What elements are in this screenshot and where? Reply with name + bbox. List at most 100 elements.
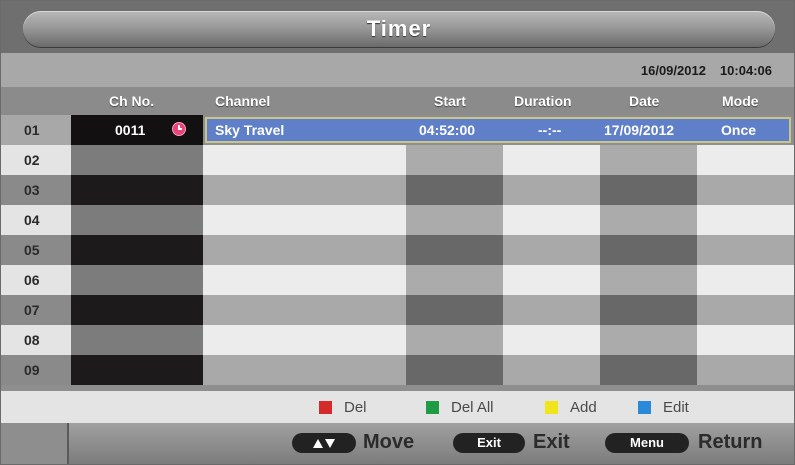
header-duration: Duration xyxy=(514,93,572,109)
row-date xyxy=(600,235,697,265)
row-date: 17/09/2012 xyxy=(604,122,675,138)
table-row[interactable]: 03 xyxy=(1,175,794,205)
row-channel xyxy=(203,325,406,355)
row-mode xyxy=(697,295,794,325)
row-ch-no xyxy=(71,265,203,295)
timer-table: 01 0011 Sky Travel 04:52:00 --:-- 17/09/… xyxy=(1,115,794,385)
row-channel xyxy=(203,235,406,265)
row-mode xyxy=(697,145,794,175)
row-mode xyxy=(697,265,794,295)
up-down-arrows-button[interactable] xyxy=(292,433,356,453)
row-duration xyxy=(503,205,600,235)
header-date: Date xyxy=(629,93,660,109)
table-row[interactable]: 01 0011 Sky Travel 04:52:00 --:-- 17/09/… xyxy=(1,115,794,145)
row-mode xyxy=(697,325,794,355)
row-number: 07 xyxy=(1,295,71,325)
legend-add-label: Add xyxy=(570,398,597,416)
row-number: 01 xyxy=(1,115,71,145)
row-number: 05 xyxy=(1,235,71,265)
row-channel xyxy=(203,145,406,175)
row-ch-no xyxy=(71,235,203,265)
table-row[interactable]: 06 xyxy=(1,265,794,295)
date-time-bar: 16/09/2012 10:04:06 xyxy=(1,53,794,87)
row-mode xyxy=(697,205,794,235)
page-title: Timer xyxy=(366,16,432,41)
row-ch-no xyxy=(71,325,203,355)
table-row[interactable]: 07 xyxy=(1,295,794,325)
row-start: 04:52:00 xyxy=(419,122,476,138)
row-ch-no xyxy=(71,205,203,235)
row-ch-no: 0011 xyxy=(71,115,203,145)
legend-edit[interactable]: Edit xyxy=(638,391,689,423)
row-duration xyxy=(503,265,600,295)
row-date xyxy=(600,205,697,235)
table-row[interactable]: 05 xyxy=(1,235,794,265)
legend-del-label: Del xyxy=(344,398,367,416)
row-start xyxy=(406,235,503,265)
row-number: 04 xyxy=(1,205,71,235)
selected-row-highlight[interactable]: Sky Travel 04:52:00 --:-- 17/09/2012 Onc… xyxy=(205,117,791,143)
row-mode xyxy=(697,235,794,265)
row-duration xyxy=(503,295,600,325)
row-ch-no xyxy=(71,175,203,205)
legend-del[interactable]: Del xyxy=(319,391,367,423)
exit-label: Exit xyxy=(533,431,570,453)
row-number: 08 xyxy=(1,325,71,355)
row-duration xyxy=(503,355,600,385)
yellow-key-icon xyxy=(545,400,558,414)
move-label: Move xyxy=(363,431,415,453)
ch-no-value: 0011 xyxy=(115,122,146,138)
row-start xyxy=(406,175,503,205)
row-number: 09 xyxy=(1,355,71,385)
row-number: 06 xyxy=(1,265,71,295)
exit-button[interactable]: Exit xyxy=(453,433,525,453)
row-start xyxy=(406,145,503,175)
table-row[interactable]: 02 xyxy=(1,145,794,175)
legend-del-all[interactable]: Del All xyxy=(426,391,494,423)
row-start xyxy=(406,265,503,295)
green-key-icon xyxy=(426,400,439,414)
header-mode: Mode xyxy=(722,93,759,109)
row-duration: --:-- xyxy=(538,122,562,138)
row-duration xyxy=(503,235,600,265)
row-number: 03 xyxy=(1,175,71,205)
title-band: Timer xyxy=(1,1,794,53)
row-duration xyxy=(503,145,600,175)
header-start: Start xyxy=(434,93,466,109)
row-duration xyxy=(503,175,600,205)
return-label: Return xyxy=(698,431,763,453)
row-channel xyxy=(203,175,406,205)
navigation-bar: Move Exit Exit Menu Return xyxy=(1,423,794,464)
header-ch-no: Ch No. xyxy=(109,93,155,109)
legend-edit-label: Edit xyxy=(663,398,689,416)
row-duration xyxy=(503,325,600,355)
row-start xyxy=(406,355,503,385)
row-channel xyxy=(203,205,406,235)
clock-icon xyxy=(173,123,185,135)
current-time: 10:04:06 xyxy=(719,62,772,78)
arrow-up-icon xyxy=(313,439,323,449)
table-row[interactable]: 04 xyxy=(1,205,794,235)
row-ch-no xyxy=(71,145,203,175)
arrow-down-icon xyxy=(325,439,335,449)
legend-del-all-label: Del All xyxy=(451,398,494,416)
row-channel xyxy=(203,295,406,325)
row-ch-no xyxy=(71,355,203,385)
title-bar: Timer xyxy=(23,11,775,47)
timer-screen: Timer 16/09/2012 10:04:06 Ch No. Channel… xyxy=(0,0,795,465)
row-number: 02 xyxy=(1,145,71,175)
red-key-icon xyxy=(319,400,332,414)
row-start xyxy=(406,205,503,235)
row-mode xyxy=(697,175,794,205)
table-header: Ch No. Channel Start Duration Date Mode xyxy=(1,87,794,115)
nav-left-box xyxy=(1,423,69,464)
legend-add[interactable]: Add xyxy=(545,391,597,423)
row-date xyxy=(600,355,697,385)
row-channel xyxy=(203,265,406,295)
table-row[interactable]: 09 xyxy=(1,355,794,385)
row-date xyxy=(600,145,697,175)
menu-button[interactable]: Menu xyxy=(605,433,689,453)
table-row[interactable]: 08 xyxy=(1,325,794,355)
color-key-legend: Del Del All Add Edit xyxy=(1,391,794,423)
row-date xyxy=(600,295,697,325)
